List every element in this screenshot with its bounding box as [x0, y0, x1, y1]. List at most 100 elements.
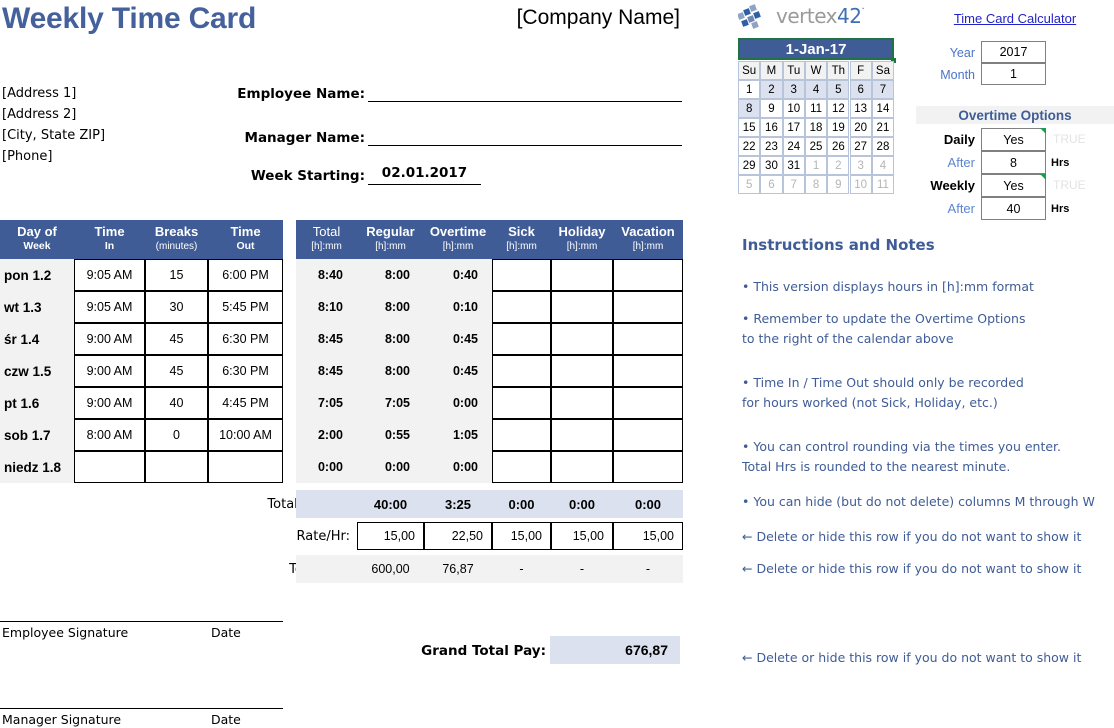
month-input[interactable]: 1 — [981, 63, 1046, 85]
overtime-input-after-1[interactable]: 8 — [981, 151, 1046, 174]
holiday-cell[interactable] — [551, 451, 613, 483]
time-out-cell[interactable]: 6:30 PM — [208, 355, 283, 387]
calendar-day-cell[interactable]: 1 — [738, 80, 761, 99]
calendar-day-cell[interactable]: 3 — [782, 80, 805, 99]
calendar-day-cell[interactable]: 14 — [871, 99, 895, 118]
calendar-day-cell[interactable]: 5 — [738, 175, 761, 194]
calendar-day-cell[interactable]: 28 — [871, 137, 895, 156]
vacation-cell[interactable] — [613, 355, 683, 387]
time-in-cell[interactable]: 9:05 AM — [74, 291, 145, 323]
time-in-cell[interactable]: 9:00 AM — [74, 387, 145, 419]
calendar-day-cell[interactable]: 2 — [760, 80, 783, 99]
time-in-cell[interactable]: 9:00 AM — [74, 355, 145, 387]
calendar-day-cell[interactable]: 9 — [760, 99, 783, 118]
sick-cell[interactable] — [492, 259, 551, 291]
time-out-cell[interactable]: 6:00 PM — [208, 259, 283, 291]
rate-per-hour-input[interactable]: 15,00 — [357, 522, 424, 550]
overtime-input-weekly-2[interactable]: Yes — [981, 174, 1046, 197]
calendar-day-cell[interactable]: 20 — [849, 118, 872, 137]
calendar-day-cell[interactable]: 22 — [738, 137, 761, 156]
time-out-cell[interactable]: 10:00 AM — [208, 419, 283, 451]
overtime-input-daily-0[interactable]: Yes — [981, 128, 1046, 151]
breaks-cell[interactable]: 40 — [145, 387, 208, 419]
breaks-cell[interactable]: 15 — [145, 259, 208, 291]
employee-name-input[interactable] — [368, 84, 682, 102]
week-starting-input[interactable]: 02.01.2017 — [368, 165, 481, 185]
calendar-day-cell[interactable]: 17 — [782, 118, 805, 137]
holiday-cell[interactable] — [551, 291, 613, 323]
sick-cell[interactable] — [492, 387, 551, 419]
manager-signature-line[interactable] — [0, 707, 283, 709]
year-input[interactable]: 2017 — [981, 41, 1046, 63]
calendar-day-cell[interactable]: 10 — [849, 175, 872, 194]
calendar-day-cell[interactable]: 5 — [827, 80, 850, 99]
calendar-day-cell[interactable]: 26 — [827, 137, 850, 156]
sick-cell[interactable] — [492, 451, 551, 483]
holiday-cell[interactable] — [551, 419, 613, 451]
time-in-cell[interactable] — [74, 451, 145, 483]
breaks-cell[interactable]: 0 — [145, 419, 208, 451]
calendar-day-cell[interactable]: 31 — [782, 156, 805, 175]
calendar-day-cell[interactable]: 6 — [760, 175, 783, 194]
vacation-cell[interactable] — [613, 259, 683, 291]
time-in-cell[interactable]: 8:00 AM — [74, 419, 145, 451]
time-out-cell[interactable] — [208, 451, 283, 483]
calendar-day-cell[interactable]: 7 — [871, 80, 895, 99]
calendar-day-cell[interactable]: 8 — [804, 175, 828, 194]
time-out-cell[interactable]: 4:45 PM — [208, 387, 283, 419]
vacation-cell[interactable] — [613, 451, 683, 483]
sick-cell[interactable] — [492, 355, 551, 387]
time-in-cell[interactable]: 9:00 AM — [74, 323, 145, 355]
vertex42-logo[interactable]: vertex42· — [738, 2, 898, 32]
calendar-day-cell[interactable]: 29 — [738, 156, 761, 175]
holiday-cell[interactable] — [551, 387, 613, 419]
calendar-day-cell[interactable]: 13 — [849, 99, 872, 118]
sick-cell[interactable] — [492, 323, 551, 355]
calendar-day-cell[interactable]: 21 — [871, 118, 895, 137]
calendar-day-cell[interactable]: 30 — [760, 156, 783, 175]
rate-per-hour-input[interactable]: 15,00 — [551, 522, 613, 550]
time-in-cell[interactable]: 9:05 AM — [74, 259, 145, 291]
vacation-cell[interactable] — [613, 387, 683, 419]
rate-per-hour-input[interactable]: 15,00 — [492, 522, 551, 550]
vacation-cell[interactable] — [613, 323, 683, 355]
employee-signature-line[interactable] — [0, 620, 283, 622]
sick-cell[interactable] — [492, 419, 551, 451]
calendar-day-cell[interactable]: 11 — [871, 175, 895, 194]
manager-name-input[interactable] — [368, 128, 682, 146]
calendar-day-cell[interactable]: 3 — [849, 156, 872, 175]
overtime-input-after-3[interactable]: 40 — [981, 197, 1046, 220]
calendar-day-cell[interactable]: 25 — [804, 137, 828, 156]
calendar-title[interactable]: 1-Jan-17 — [738, 38, 895, 60]
calendar-day-cell[interactable]: 7 — [782, 175, 805, 194]
time-out-cell[interactable]: 6:30 PM — [208, 323, 283, 355]
breaks-cell[interactable]: 45 — [145, 323, 208, 355]
calendar-day-cell[interactable]: 12 — [827, 99, 850, 118]
calendar-day-cell[interactable]: 15 — [738, 118, 761, 137]
calendar-day-cell[interactable]: 24 — [782, 137, 805, 156]
calendar-day-cell[interactable]: 11 — [804, 99, 828, 118]
holiday-cell[interactable] — [551, 259, 613, 291]
time-out-cell[interactable]: 5:45 PM — [208, 291, 283, 323]
calendar-day-cell[interactable]: 2 — [827, 156, 850, 175]
breaks-cell[interactable]: 45 — [145, 355, 208, 387]
holiday-cell[interactable] — [551, 355, 613, 387]
rate-per-hour-input[interactable]: 15,00 — [613, 522, 683, 550]
calendar-day-cell[interactable]: 18 — [804, 118, 828, 137]
calendar-day-cell[interactable]: 10 — [782, 99, 805, 118]
calendar-day-cell[interactable]: 4 — [871, 156, 895, 175]
vacation-cell[interactable] — [613, 419, 683, 451]
calendar-day-cell[interactable]: 9 — [827, 175, 850, 194]
time-card-calculator-link[interactable]: Time Card Calculator — [920, 11, 1110, 26]
calendar-day-cell[interactable]: 1 — [804, 156, 828, 175]
calendar-day-cell[interactable]: 6 — [849, 80, 872, 99]
calendar-day-cell[interactable]: 4 — [804, 80, 828, 99]
calendar-day-cell[interactable]: 19 — [827, 118, 850, 137]
rate-per-hour-input[interactable]: 22,50 — [424, 522, 492, 550]
breaks-cell[interactable]: 30 — [145, 291, 208, 323]
calendar-day-cell[interactable]: 23 — [760, 137, 783, 156]
breaks-cell[interactable] — [145, 451, 208, 483]
calendar-day-cell[interactable]: 16 — [760, 118, 783, 137]
sick-cell[interactable] — [492, 291, 551, 323]
calendar-day-cell[interactable]: 27 — [849, 137, 872, 156]
